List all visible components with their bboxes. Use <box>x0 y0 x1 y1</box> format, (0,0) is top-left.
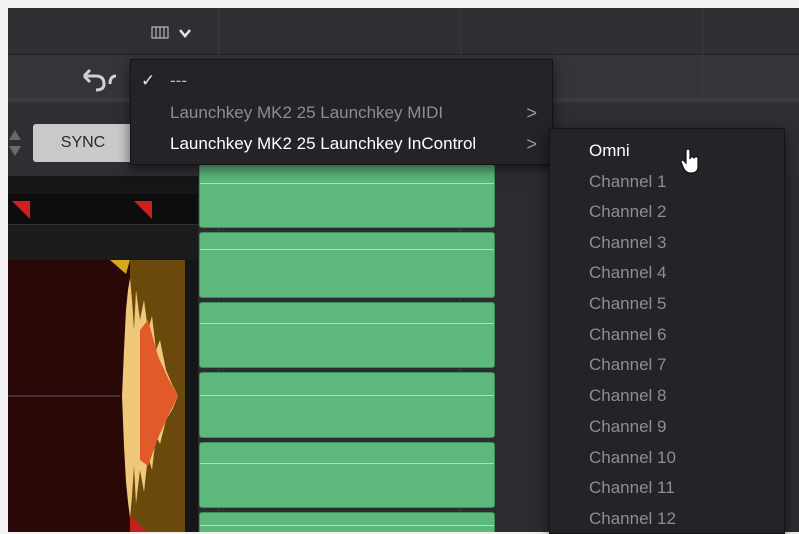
menu-item-label: --- <box>170 71 187 90</box>
submenu-item-channel-4[interactable]: Channel 4 <box>550 258 784 288</box>
submenu-item-channel-12[interactable]: Channel 12 <box>550 504 784 534</box>
submenu-item-label: Channel 8 <box>589 386 667 405</box>
submenu-item-omni[interactable]: Omni <box>550 136 784 166</box>
track-lane <box>8 224 198 259</box>
sync-button[interactable]: SYNC <box>33 124 133 162</box>
submenu-chevron-icon: > <box>526 103 537 123</box>
hand-cursor-icon <box>680 148 699 174</box>
submenu-item-channel-5[interactable]: Channel 5 <box>550 289 784 319</box>
submenu-item-channel-2[interactable]: Channel 2 <box>550 197 784 227</box>
menu-item-launchkey-midi[interactable]: Launchkey MK2 25 Launchkey MIDI > <box>131 98 552 128</box>
menu-item-none[interactable]: ✓ --- <box>131 66 552 96</box>
submenu-item-channel-6[interactable]: Channel 6 <box>550 320 784 350</box>
submenu-item-label: Channel 4 <box>589 263 667 282</box>
midi-clip[interactable] <box>199 512 495 532</box>
channel-submenu: Omni Channel 1 Channel 2 Channel 3 Chann… <box>549 128 785 534</box>
audio-waveform <box>8 260 178 532</box>
submenu-item-channel-3[interactable]: Channel 3 <box>550 228 784 258</box>
marker-flag[interactable] <box>134 201 152 219</box>
midi-clip[interactable] <box>199 372 495 438</box>
midi-clip[interactable] <box>199 302 495 368</box>
submenu-item-label: Channel 12 <box>589 509 676 528</box>
top-toolbar <box>8 8 799 55</box>
midi-input-menu: ✓ --- Launchkey MK2 25 Launchkey MIDI > … <box>130 59 553 165</box>
midi-input-selector[interactable] <box>151 24 199 42</box>
undo-icon <box>82 68 117 92</box>
submenu-item-label: Channel 3 <box>589 233 667 252</box>
submenu-item-label: Channel 7 <box>589 355 667 374</box>
midi-clip[interactable] <box>199 164 495 228</box>
submenu-chevron-icon: > <box>526 134 537 154</box>
submenu-item-channel-9[interactable]: Channel 9 <box>550 412 784 442</box>
submenu-item-label: Omni <box>589 141 630 160</box>
submenu-item-label: Channel 10 <box>589 448 676 467</box>
submenu-item-label: Channel 2 <box>589 202 667 221</box>
submenu-item-channel-8[interactable]: Channel 8 <box>550 381 784 411</box>
menu-item-label: Launchkey MK2 25 Launchkey InControl <box>170 134 477 153</box>
submenu-item-channel-7[interactable]: Channel 7 <box>550 350 784 380</box>
submenu-item-label: Channel 6 <box>589 325 667 344</box>
submenu-item-label: Channel 9 <box>589 417 667 436</box>
submenu-item-channel-10[interactable]: Channel 10 <box>550 443 784 473</box>
submenu-item-channel-1[interactable]: Channel 1 <box>550 167 784 197</box>
marker-flag[interactable] <box>12 201 30 219</box>
submenu-item-label: Channel 5 <box>589 294 667 313</box>
midi-clip[interactable] <box>199 442 495 508</box>
submenu-item-label: Channel 1 <box>589 172 667 191</box>
menu-item-label: Launchkey MK2 25 Launchkey MIDI <box>170 103 444 122</box>
checkmark-icon: ✓ <box>141 71 156 90</box>
midi-clip[interactable] <box>199 232 495 298</box>
submenu-item-channel-11[interactable]: Channel 11 <box>550 473 784 503</box>
submenu-item-label: Channel 11 <box>589 478 675 497</box>
nudge-arrows[interactable] <box>8 126 22 160</box>
undo-button[interactable] <box>76 66 132 94</box>
chevron-down-icon <box>179 29 191 38</box>
up-down-arrows-icon <box>9 130 21 156</box>
marker-row <box>8 194 198 224</box>
menu-item-launchkey-incontrol[interactable]: Launchkey MK2 25 Launchkey InControl > <box>131 129 552 159</box>
